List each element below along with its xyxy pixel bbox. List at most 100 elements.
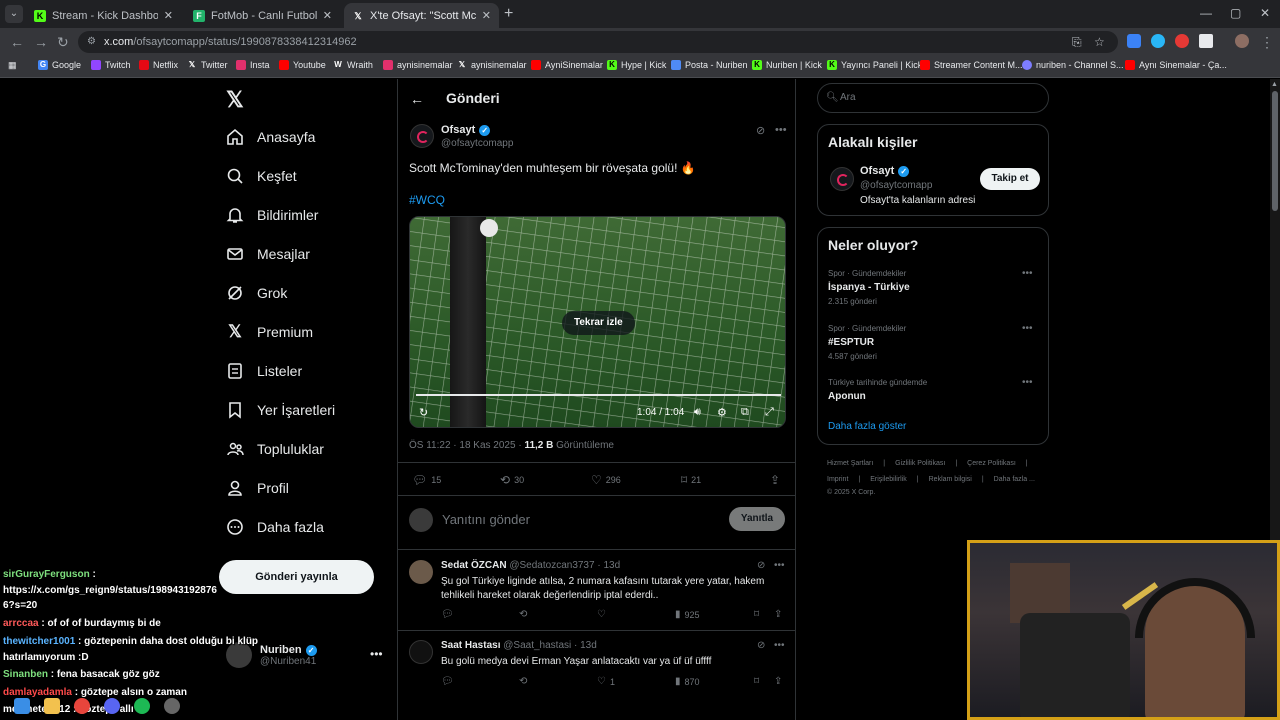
trend-item[interactable]: Türkiye tarihinde gündemde Aponun (828, 378, 1038, 402)
nav-messages[interactable]: Mesajlar (226, 245, 310, 263)
like-action[interactable]: ♡ 1 (597, 676, 615, 687)
bookmark-posta[interactable]: Posta - Nuriben (671, 60, 748, 70)
menu-icon[interactable]: ⋮ (1260, 34, 1274, 51)
show-more-link[interactable]: Daha fazla göster (828, 421, 906, 432)
folder-icon[interactable] (44, 698, 60, 714)
like-action[interactable]: ♡ (597, 609, 610, 620)
shield-extension-icon[interactable] (1127, 34, 1141, 48)
views-action[interactable]: ▮ 925 (675, 609, 700, 620)
close-icon[interactable]: ✕ (323, 9, 332, 22)
comment-author[interactable]: Saat Hastası (441, 640, 500, 651)
chrome-icon[interactable] (74, 698, 90, 714)
hashtag-link[interactable]: #WCQ (409, 193, 445, 207)
bookmark-nuriben-kick[interactable]: K Nuriben | Kick (752, 60, 822, 70)
grok-icon[interactable]: ⊘ (757, 560, 765, 571)
share-action[interactable]: ⇪ (770, 473, 784, 487)
extension-icon[interactable] (1151, 34, 1165, 48)
bookmark-youtube[interactable]: Youtube (279, 60, 326, 70)
more-icon[interactable]: ••• (370, 647, 383, 661)
extension-icon[interactable] (1175, 34, 1189, 48)
forward-icon[interactable]: → (34, 34, 48, 50)
browser-tab-kick[interactable]: K Stream - Kick Dashboard ✕ (26, 3, 181, 28)
bookmark-action[interactable]: ⌑ (754, 676, 763, 687)
tab-search-button[interactable]: ⌄ (5, 5, 23, 23)
footer-link[interactable]: Gizlilik Politikası (895, 460, 945, 467)
reply-input[interactable]: Yanıtını gönder (442, 512, 530, 527)
back-arrow-icon[interactable]: ← (410, 91, 424, 107)
settings-icon[interactable]: ⚙ (717, 406, 727, 419)
avatar[interactable] (409, 560, 433, 584)
bookmark-action[interactable]: ⌑ (754, 609, 763, 620)
puzzle-icon[interactable] (1199, 34, 1213, 48)
share-action[interactable]: ⇪ (774, 676, 786, 687)
share-action[interactable]: ⇪ (774, 609, 786, 620)
close-window-icon[interactable]: ✕ (1260, 6, 1270, 20)
reply-action[interactable]: 💬︎ (441, 609, 458, 620)
footer-link[interactable]: Erişilebilirlik (870, 476, 907, 483)
minimize-icon[interactable]: — (1200, 6, 1212, 20)
trend-item[interactable]: Spor · Gündemdekiler İspanya - Türkiye 2… (828, 269, 1038, 306)
related-avatar[interactable] (830, 167, 854, 191)
x-logo-icon[interactable]: 𝕏 (226, 87, 244, 113)
nav-lists[interactable]: Listeler (226, 362, 302, 380)
like-action[interactable]: ♡ 296 (591, 473, 621, 487)
bookmark-wraith[interactable]: W Wraith (333, 60, 373, 70)
nav-explore[interactable]: Keşfet (226, 167, 297, 185)
bookmark-insta[interactable]: Insta (236, 60, 270, 70)
footer-link[interactable]: Daha fazla ... (994, 476, 1035, 483)
post-button[interactable]: Gönderi yayınla (219, 560, 374, 594)
profile-avatar[interactable] (1235, 34, 1249, 48)
bookmark-aynisinemalar-x[interactable]: 𝕏aynisinemalar (457, 60, 527, 70)
replay-icon[interactable]: ↻ (419, 406, 428, 419)
bookmark-google[interactable]: G Google (38, 60, 81, 70)
nav-grok[interactable]: Grok (226, 284, 287, 302)
site-info-icon[interactable]: ⚙ (87, 31, 96, 53)
tweet-author-avatar[interactable] (410, 124, 434, 148)
close-icon[interactable]: ✕ (482, 9, 491, 22)
bookmark-ayni-sinemalar[interactable]: Aynı Sinemalar - Ça... (1125, 60, 1227, 70)
browser-tab-fotmob[interactable]: F FotMob - Canlı Futbol Skorları ✕ (185, 3, 340, 28)
list-item[interactable]: Sedat ÖZCAN @Sedatozcan3737 · 13d ⊘ ••• … (398, 551, 795, 631)
more-icon[interactable]: ••• (1022, 268, 1033, 279)
search-input[interactable]: 🔍︎ Ara (817, 83, 1049, 113)
reply-action[interactable]: 💬︎ 15 (412, 473, 441, 487)
bookmark-streamer-content[interactable]: Streamer Content M... (920, 60, 1023, 70)
more-icon[interactable]: ••• (774, 560, 785, 571)
nav-premium[interactable]: 𝕏 Premium (226, 322, 313, 341)
apps-icon[interactable]: ▦ (8, 60, 17, 71)
scroll-up-icon[interactable]: ▲ (1271, 81, 1278, 88)
new-tab-button[interactable]: + (504, 5, 513, 23)
scrollbar-thumb[interactable] (1272, 91, 1278, 211)
bookmark-hype-kick[interactable]: K Hype | Kick (607, 60, 666, 70)
tweet-video[interactable]: Tekrar izle ↻ 1:04 / 1:04 🔊︎ ⚙ ⧉ ⤢ (409, 216, 786, 428)
windows-icon[interactable] (14, 698, 30, 714)
install-icon[interactable]: ⎘ (1072, 31, 1082, 53)
avatar[interactable] (409, 640, 433, 664)
more-icon[interactable]: ••• (775, 124, 787, 136)
repost-action[interactable]: ⟲ (519, 609, 531, 620)
bookmark-channel[interactable]: nuriben - Channel S... (1022, 60, 1124, 70)
list-item[interactable]: Saat Hastası @Saat_hastasi · 13d ⊘ ••• B… (398, 631, 795, 720)
nav-more[interactable]: Daha fazla (226, 518, 324, 536)
pip-icon[interactable]: ⧉ (741, 406, 749, 419)
more-icon[interactable]: ••• (1022, 323, 1033, 334)
replay-button[interactable]: Tekrar izle (562, 311, 635, 335)
bookmark-action[interactable]: ⌑ 21 (681, 473, 701, 487)
browser-tab-x-active[interactable]: 𝕏 X'te Ofsayt: "Scott McTominay' ✕ (344, 3, 499, 28)
footer-link[interactable]: Imprint (827, 476, 848, 483)
repost-action[interactable]: ⟲ 30 (500, 473, 524, 487)
nav-bookmarks[interactable]: Yer İşaretleri (226, 401, 335, 419)
nav-communities[interactable]: Topluluklar (226, 440, 324, 458)
spotify-icon[interactable] (134, 698, 150, 714)
reply-button[interactable]: Yanıtla (729, 507, 785, 531)
address-bar[interactable]: ⚙ x.com/ofsaytcomapp/status/199087833841… (78, 31, 1118, 53)
bookmark-netflix[interactable]: Netflix (139, 60, 178, 70)
tweet-author-handle[interactable]: @ofsaytcomapp (441, 138, 513, 149)
comment-author[interactable]: Sedat ÖZCAN (441, 560, 507, 571)
bookmark-aynisinemalar-insta[interactable]: aynisinemalar (383, 60, 453, 70)
fullscreen-icon[interactable]: ⤢ (765, 406, 774, 419)
grok-icon[interactable]: ⊘ (757, 640, 765, 651)
reload-icon[interactable]: ↻ (57, 34, 69, 51)
bookmark-yayinci-paneli[interactable]: K Yayıncı Paneli | Kick (827, 60, 922, 70)
views-action[interactable]: ▮ 870 (675, 676, 700, 687)
